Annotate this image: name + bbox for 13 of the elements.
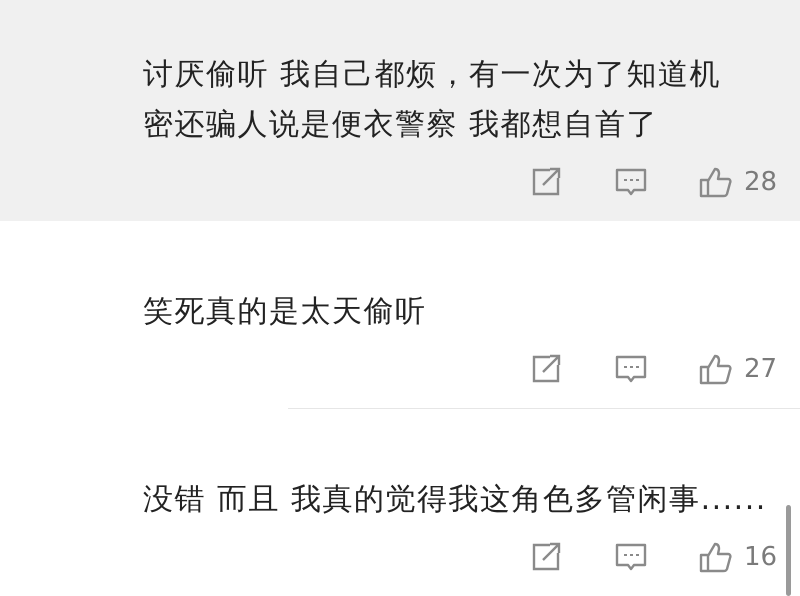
comment-text: 没错 而且 我真的觉得我这角色多管闲事...... xyxy=(143,481,768,519)
like-count: 28 xyxy=(744,167,774,197)
comment-icon[interactable] xyxy=(614,353,648,385)
comment-icon[interactable] xyxy=(614,541,648,573)
comment-text: 笑死真的是太天偷听 xyxy=(143,293,428,331)
like-count: 27 xyxy=(744,354,774,384)
comment-icon[interactable] xyxy=(614,166,648,198)
thumbs-up-icon[interactable] xyxy=(698,541,732,573)
like-count: 16 xyxy=(744,542,774,572)
thumbs-up-icon[interactable] xyxy=(698,353,732,385)
scrollbar[interactable] xyxy=(786,505,791,596)
comment-text: 讨厌偷听 我自己都烦，有一次为了知道机密还骗人说是便衣警察 我都想自首了 xyxy=(143,56,722,144)
thumbs-up-icon[interactable] xyxy=(698,166,732,198)
